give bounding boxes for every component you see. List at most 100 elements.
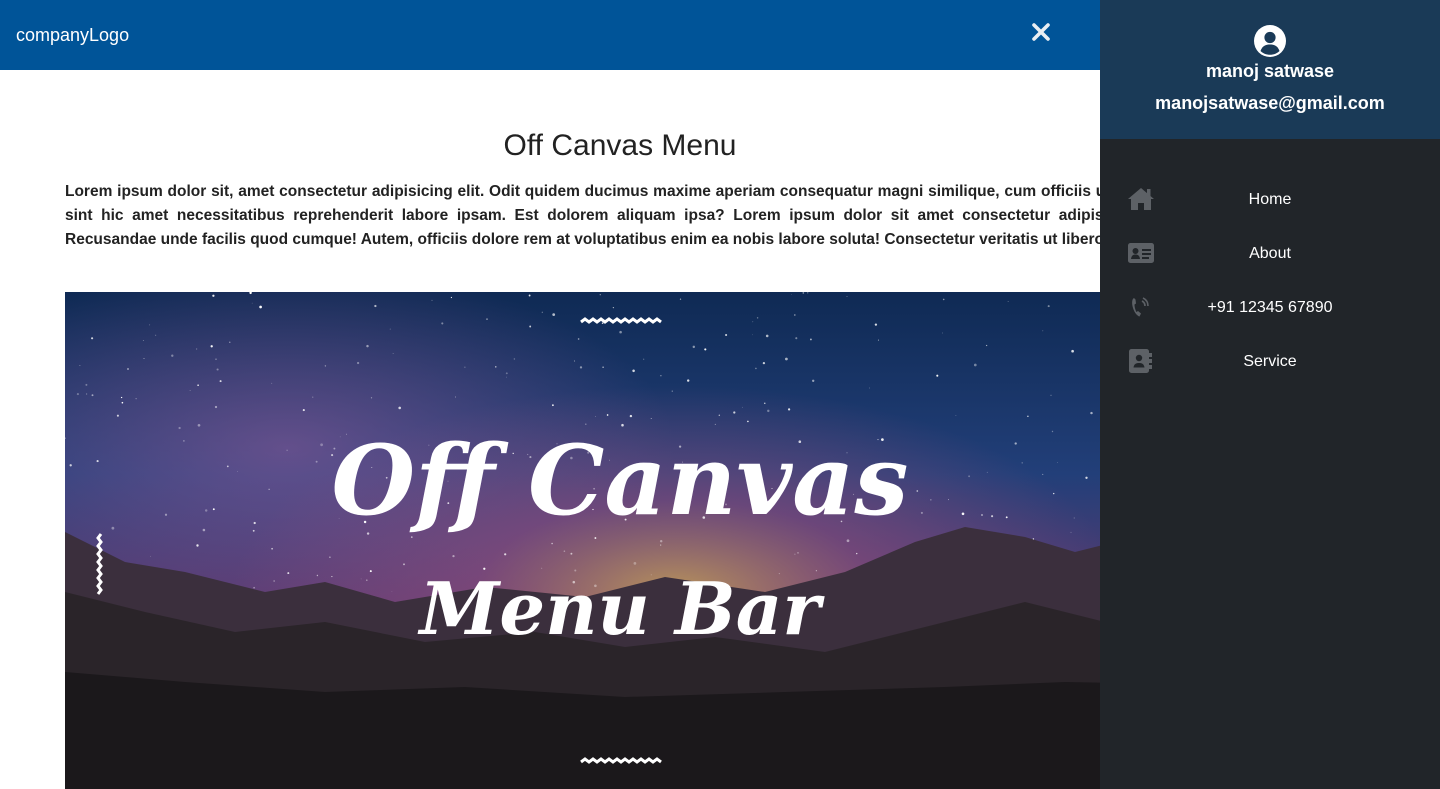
star-dot bbox=[197, 423, 201, 427]
star-dot bbox=[807, 292, 809, 294]
star-dot bbox=[216, 368, 219, 371]
star-dot bbox=[765, 334, 769, 338]
star-dot bbox=[155, 334, 157, 336]
star-dot bbox=[1021, 462, 1023, 464]
star-dot bbox=[633, 562, 637, 565]
star-dot bbox=[374, 304, 377, 308]
star-dot bbox=[253, 521, 256, 525]
star-dot bbox=[612, 306, 615, 309]
star-dot bbox=[495, 366, 497, 368]
star-dot bbox=[1073, 517, 1075, 519]
star-dot bbox=[812, 379, 815, 382]
star-dot bbox=[869, 387, 870, 389]
sidebar-item-about[interactable]: About bbox=[1100, 226, 1440, 280]
star-dot bbox=[991, 515, 994, 518]
star-dot bbox=[505, 372, 508, 375]
star-dot bbox=[215, 358, 217, 360]
star-dot bbox=[541, 311, 543, 313]
star-dot bbox=[619, 330, 622, 334]
star-dot bbox=[794, 553, 796, 555]
sidebar-menu: Home About +91 12345 67890 Service bbox=[1100, 172, 1440, 388]
star-dot bbox=[212, 508, 215, 511]
star-dot bbox=[441, 322, 444, 325]
star-dot bbox=[1005, 516, 1008, 519]
star-dot bbox=[809, 338, 812, 341]
sidebar-item-home[interactable]: Home bbox=[1100, 172, 1440, 226]
star-dot bbox=[259, 305, 262, 309]
star-dot bbox=[704, 348, 707, 351]
star-dot bbox=[1085, 476, 1088, 479]
star-dot bbox=[366, 344, 369, 348]
star-dot bbox=[143, 358, 145, 359]
star-dot bbox=[787, 408, 791, 411]
star-dot bbox=[632, 369, 635, 373]
star-dot bbox=[204, 509, 208, 512]
user-email: manojsatwase@gmail.com bbox=[1155, 93, 1385, 113]
user-circle-icon bbox=[1254, 25, 1286, 57]
star-dot bbox=[552, 404, 554, 407]
banner-image: Off Canvas Menu Bar bbox=[65, 292, 1100, 789]
star-dot bbox=[916, 490, 919, 492]
company-logo[interactable]: companyLogo bbox=[16, 24, 129, 46]
star-dot bbox=[252, 529, 255, 532]
close-icon[interactable] bbox=[1029, 20, 1053, 44]
star-dot bbox=[214, 405, 218, 409]
star-dot bbox=[985, 344, 988, 347]
star-dot bbox=[398, 406, 402, 410]
star-dot bbox=[756, 317, 759, 319]
star-dot bbox=[930, 499, 932, 501]
star-dot bbox=[504, 553, 507, 556]
star-dot bbox=[1090, 411, 1093, 415]
star-dot bbox=[1042, 473, 1044, 475]
star-dot bbox=[149, 324, 151, 326]
star-dot bbox=[968, 475, 970, 478]
star-dot bbox=[226, 465, 229, 468]
star-dot bbox=[767, 409, 770, 413]
star-dot bbox=[356, 361, 360, 365]
star-dot bbox=[629, 414, 633, 418]
star-dot bbox=[577, 338, 580, 340]
star-dot bbox=[718, 414, 720, 416]
star-dot bbox=[802, 292, 805, 294]
star-dot bbox=[91, 394, 94, 397]
star-dot bbox=[791, 293, 792, 295]
star-dot bbox=[785, 357, 788, 361]
star-dot bbox=[195, 348, 198, 350]
star-dot bbox=[286, 449, 288, 451]
star-dot bbox=[464, 366, 466, 368]
star-dot bbox=[563, 550, 566, 552]
sidebar-item-phone[interactable]: +91 12345 67890 bbox=[1100, 280, 1440, 334]
star-dot bbox=[86, 393, 88, 395]
star-dot bbox=[1047, 305, 1050, 308]
star-dot bbox=[1027, 415, 1029, 418]
star-dot bbox=[650, 418, 652, 419]
star-dot bbox=[452, 554, 455, 558]
star-dot bbox=[552, 313, 556, 316]
star-dot bbox=[570, 552, 573, 555]
star-dot bbox=[961, 512, 965, 516]
star-dot bbox=[183, 440, 185, 442]
star-dot bbox=[579, 366, 583, 369]
star-dot bbox=[659, 539, 663, 543]
star-dot bbox=[1071, 349, 1074, 353]
star-dot bbox=[253, 586, 255, 589]
star-dot bbox=[764, 402, 766, 404]
star-dot bbox=[273, 580, 275, 582]
star-dot bbox=[91, 337, 94, 340]
star-dot bbox=[116, 414, 119, 417]
star-dot bbox=[660, 375, 662, 377]
star-dot bbox=[529, 325, 532, 328]
star-dot bbox=[601, 322, 604, 325]
sidebar-item-label: Service bbox=[1243, 353, 1297, 370]
star-dot bbox=[986, 471, 988, 473]
star-dot bbox=[392, 353, 394, 354]
star-dot bbox=[85, 383, 88, 386]
star-dot bbox=[178, 426, 181, 430]
star-dot bbox=[1050, 394, 1052, 396]
star-dot bbox=[212, 294, 215, 297]
star-dot bbox=[733, 411, 736, 414]
star-dot bbox=[643, 358, 645, 360]
sidebar-item-service[interactable]: Service bbox=[1100, 334, 1440, 388]
star-dot bbox=[752, 321, 754, 323]
star-dot bbox=[127, 368, 129, 370]
